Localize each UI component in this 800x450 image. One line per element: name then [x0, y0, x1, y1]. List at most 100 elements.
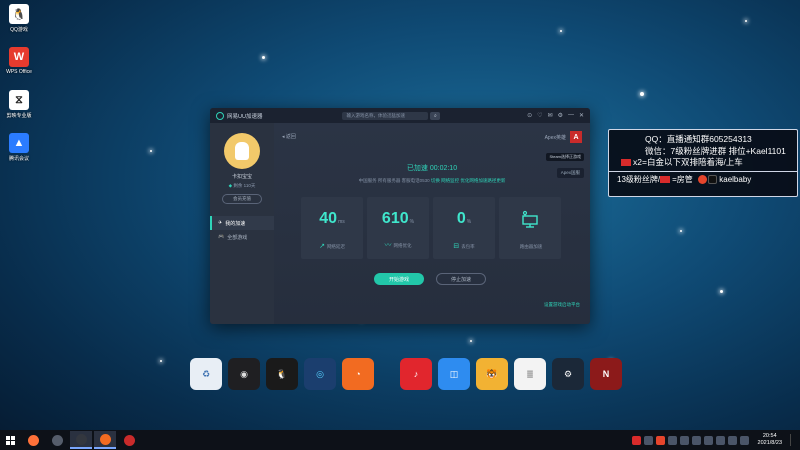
- network-monitor-link[interactable]: 网络监控: [441, 178, 459, 183]
- system-clock[interactable]: 20:54 2021/8/23: [758, 433, 782, 447]
- overlay-divider: [609, 170, 797, 172]
- tray-app-icon[interactable]: [667, 435, 677, 445]
- app-logo-icon: [216, 111, 224, 120]
- volume-icon[interactable]: [739, 435, 749, 445]
- origin-taskbar-icon: [99, 433, 111, 445]
- moderator-text: =房管: [672, 174, 693, 184]
- duo-queue-text: x2=白金以下双排陪着海/上车: [633, 157, 743, 167]
- sidebar-item-label: 我的加速: [225, 220, 246, 227]
- tray-app-icon[interactable]: [655, 435, 665, 445]
- optimization-unit: %: [409, 219, 415, 225]
- sidebar-item-my-boost[interactable]: ✈ 我的加速: [210, 216, 274, 230]
- game-search-input[interactable]: 输入游戏名称，体验迅猛加速: [342, 111, 429, 120]
- desktop-icon-label: 腾讯会议: [8, 156, 29, 162]
- stream-info-overlay: QQ：直播通知群605254313 微信：7级粉丝牌进群 排位+Kael1101…: [608, 129, 798, 197]
- tray-app-icon[interactable]: [679, 435, 689, 445]
- tray-app-icon[interactable]: [643, 435, 653, 445]
- steam-tag[interactable]: Steam选择正游戏: [546, 153, 584, 161]
- back-label: 返回: [285, 134, 296, 140]
- clock-time: 20:54: [762, 433, 777, 439]
- sidebar: 卡扣宝宝 ◆ 剩余 110天 会员充值 ✈ 我的加速 🎮 全部游戏: [210, 123, 274, 324]
- qq-group-line: QQ：直播通知群605254313: [645, 134, 752, 144]
- netease-music-icon[interactable]: ♪: [400, 358, 432, 390]
- taskbar-obs-taskbar[interactable]: [70, 431, 92, 449]
- main-panel: ◂ 返回 Apex英雄 A Steam选择正游戏 Apex国服 已加速 00:0…: [274, 123, 590, 324]
- taskbar-firefox[interactable]: [22, 431, 44, 449]
- wps-office-icon: W: [9, 47, 29, 67]
- window-title: 网易UU加速器: [227, 113, 263, 120]
- username: 卡扣宝宝: [231, 174, 252, 180]
- packet-loss-unit: %: [466, 219, 472, 225]
- recharge-button[interactable]: 会员充值: [222, 194, 262, 204]
- back-button[interactable]: ◂ 返回: [282, 133, 296, 140]
- avatar[interactable]: [224, 133, 260, 169]
- desktop-icon-capcut[interactable]: ⧖ 剪映专业版: [4, 90, 34, 130]
- recycle-bin-icon[interactable]: ♻: [190, 358, 222, 390]
- latency-value: 40: [319, 210, 338, 227]
- route-update-link[interactable]: 优化网络加速路径更新: [460, 178, 505, 183]
- service-icon[interactable]: ⊙: [527, 112, 532, 119]
- minimize-icon[interactable]: —: [568, 112, 574, 119]
- sidebar-item-all-games[interactable]: 🎮 全部游戏: [210, 230, 274, 244]
- wechat-line: 微信：7级粉丝牌进群 排位+Kael1101: [645, 145, 786, 156]
- uu-accelerator-window: 网易UU加速器 输入游戏名称，体验迅猛加速 ⌕ ⊙ ♡ ✉ ⚙ — ✕ 卡扣宝宝…: [210, 108, 590, 324]
- latency-card: 40ms ↗ 网络延迟: [301, 197, 363, 259]
- start-button[interactable]: [0, 430, 20, 450]
- uu-accelerator-icon[interactable]: ◎: [304, 358, 336, 390]
- packet-loss-label: 丢包率: [461, 244, 475, 249]
- show-desktop-button[interactable]: [790, 434, 796, 446]
- current-game: Apex英雄 A: [545, 131, 582, 143]
- trend-icon: ↗: [319, 243, 325, 250]
- stop-boost-button[interactable]: 停止加速: [436, 273, 486, 285]
- close-icon[interactable]: ✕: [579, 112, 584, 119]
- apex-taskbar-icon: [123, 434, 135, 446]
- taskbar-apex-taskbar[interactable]: [118, 431, 140, 449]
- steam-icon[interactable]: ⚙: [552, 358, 584, 390]
- tray-app-icon[interactable]: [691, 435, 701, 445]
- doudou-pet-icon[interactable]: 🐯: [476, 358, 508, 390]
- taskbar-settings-app[interactable]: [46, 431, 68, 449]
- flag-icon: [621, 159, 631, 167]
- tray-app-icon[interactable]: [631, 435, 641, 445]
- origin-icon[interactable]: ◔: [342, 358, 374, 390]
- desktop-icon-wps-office[interactable]: W WPS Office: [4, 47, 34, 87]
- rocket-icon: ✈: [218, 220, 223, 226]
- taskbar: 20:54 2021/8/23: [0, 430, 800, 450]
- server-info-line: 中国服务 所有服务器 客服电话0530 切换 网络监控 优化网络加速路径更新: [274, 178, 590, 184]
- mail-icon[interactable]: ✉: [548, 112, 553, 119]
- tray-app-icon[interactable]: [715, 435, 725, 445]
- packet-icon: ⊟: [453, 243, 460, 250]
- obs-studio-icon[interactable]: ◉: [228, 358, 260, 390]
- moderator-flag-icon: [660, 175, 671, 183]
- search-icon[interactable]: ⌕: [430, 111, 441, 120]
- taskbar-origin-taskbar[interactable]: [94, 431, 116, 449]
- tencent-meeting-icon: ▲: [9, 133, 29, 153]
- text-file-icon[interactable]: ≣: [514, 358, 546, 390]
- naraka-icon[interactable]: N: [590, 358, 622, 390]
- social-handle: kaelbaby: [719, 174, 752, 184]
- optimization-label: 网络优化: [393, 243, 412, 248]
- router-boost-card[interactable]: 路由器加速: [499, 197, 561, 259]
- tray-app-icon[interactable]: [703, 435, 713, 445]
- clock-date: 2021/8/23: [757, 440, 782, 446]
- stat-cards: 40ms ↗ 网络延迟 610% 〰网络优化 0% ⊟ 丢包率 路由器加速: [301, 197, 561, 259]
- taskbar-apps: [20, 431, 140, 449]
- wave-icon: 〰: [384, 242, 392, 249]
- desktop-icon-tencent-meeting[interactable]: ▲ 腾讯会议: [4, 133, 34, 173]
- fan-badge-line: 13级粉丝牌/ =房管 kaelbaby: [615, 174, 791, 186]
- gear-icon[interactable]: ⚙: [558, 112, 563, 119]
- vip-prefix: 剩余: [233, 183, 243, 188]
- gamepad-icon: 🎮: [218, 234, 225, 240]
- qq-icon[interactable]: 🐧: [266, 358, 298, 390]
- latency-unit: ms: [338, 219, 345, 225]
- desktop-icon-qq-game[interactable]: 🐧 QQ游戏: [4, 4, 34, 44]
- network-icon[interactable]: [727, 435, 737, 445]
- start-game-button[interactable]: 开始游戏: [374, 273, 424, 285]
- launch-platform-settings-link[interactable]: 设置游戏启动平台: [544, 302, 580, 308]
- capcut-icon: ⧖: [9, 90, 29, 110]
- packet-loss-card: 0% ⊟ 丢包率: [433, 197, 495, 259]
- bilibili-live-icon[interactable]: ◫: [438, 358, 470, 390]
- favorite-icon[interactable]: ♡: [537, 112, 542, 119]
- server-region: 中国服务 所有服务器: [358, 178, 401, 183]
- switch-link[interactable]: 切换: [431, 178, 440, 183]
